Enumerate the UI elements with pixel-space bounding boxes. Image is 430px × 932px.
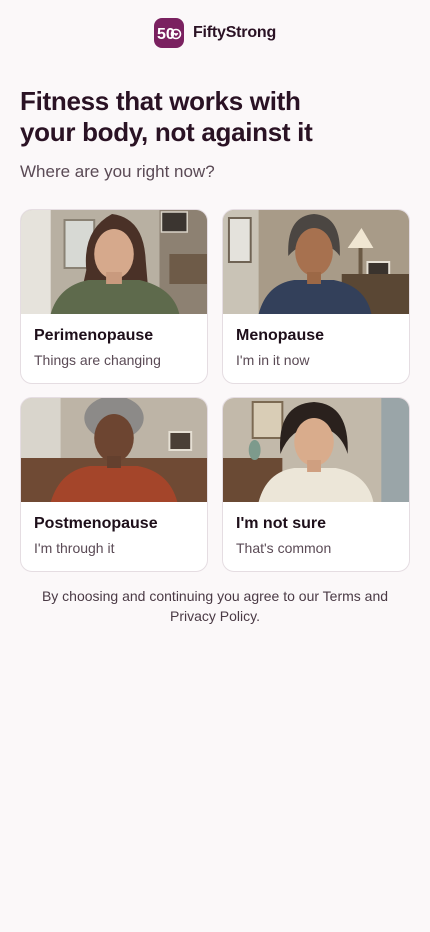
option-title: Postmenopause [34,515,158,532]
option-subtitle: I'm through it [34,540,115,556]
option-title: I'm not sure [236,515,327,532]
app-header: 50 FiftyStrong [0,17,430,49]
legal-prefix: By choosing and continuing you agree to … [41,588,323,604]
not-sure-photo [223,398,409,502]
legal-notice: By choosing and continuing you agree to … [30,586,400,626]
stage-options: Perimenopause Things are changing Menopa… [20,209,410,572]
terms-link[interactable]: Terms [323,588,361,604]
option-card-menopause[interactable]: Menopause I'm in it now [222,209,410,384]
option-title: Menopause [236,327,325,344]
option-card-not-sure[interactable]: I'm not sure That's common [222,397,410,572]
privacy-policy-link[interactable]: Privacy Policy [170,608,256,624]
logo-icon: 50 [153,18,184,48]
postmenopause-photo [21,398,207,502]
option-subtitle: I'm in it now [236,352,310,368]
menopause-photo [223,210,409,314]
option-card-perimenopause[interactable]: Perimenopause Things are changing [20,209,208,384]
option-subtitle: That's common [236,540,332,556]
question-text: Where are you right now? [20,162,215,181]
app-name: FiftyStrong [192,24,277,41]
option-subtitle: Things are changing [34,352,161,368]
option-title: Perimenopause [34,327,154,344]
page-title: Fitness that works with your body, not a… [20,86,313,147]
option-card-postmenopause[interactable]: Postmenopause I'm through it [20,397,208,572]
perimenopause-photo [21,210,207,314]
legal-joiner: and [360,588,389,604]
legal-suffix: . [256,608,260,624]
